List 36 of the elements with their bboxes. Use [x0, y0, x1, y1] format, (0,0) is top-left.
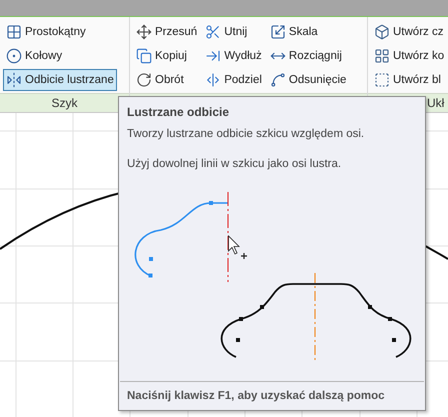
- mirror-icon: [6, 72, 22, 88]
- grid-icon: [6, 24, 22, 40]
- ribbon-button[interactable]: Rozciągnij: [266, 45, 350, 67]
- ribbon-button[interactable]: Podziel: [202, 69, 265, 91]
- ribbon-button[interactable]: Odsunięcie: [266, 69, 350, 91]
- block-icon: [374, 72, 390, 88]
- copy-icon: [136, 48, 152, 64]
- ribbon-button[interactable]: Wydłuż: [202, 45, 265, 67]
- rotate-icon: [136, 72, 152, 88]
- scaling-icon: [270, 24, 286, 40]
- ribbon-button[interactable]: Utwórz cz: [371, 21, 448, 43]
- tooltip-title: Lustrzane odbicie: [126, 104, 230, 119]
- ribbon-button[interactable]: Prostokątny: [3, 21, 117, 43]
- split-icon: [205, 72, 222, 88]
- group-label: Ukł: [427, 96, 444, 110]
- ribbon-button[interactable]: Utwórz ko: [371, 45, 448, 67]
- grid-icon: [374, 48, 390, 64]
- offset-icon: [270, 72, 286, 88]
- box-icon: [374, 24, 390, 40]
- tooltip-footer: Naciśnij klawisz F1, aby uzyskać dalszą pomoc: [120, 381, 424, 410]
- group-label: Szyk: [51, 96, 78, 110]
- ribbon-button[interactable]: Odbicie lustrzane: [3, 69, 117, 91]
- ribbon-button[interactable]: Utnij: [202, 21, 265, 43]
- move-icon: [136, 24, 152, 40]
- ribbon-button[interactable]: Kopiuj: [133, 45, 200, 67]
- circle-icon: [6, 48, 22, 64]
- ribbon-button[interactable]: Obrót: [133, 69, 200, 91]
- extend-icon: [205, 48, 222, 64]
- scissors-icon: [205, 24, 222, 40]
- ribbon-button[interactable]: Skala: [266, 21, 350, 43]
- ribbon-button[interactable]: Przesuń: [133, 21, 200, 43]
- ribbon-button[interactable]: Utwórz bl: [371, 69, 448, 91]
- tooltip-description: Tworzy lustrzane odbicie szkicu względem osi.: [126, 127, 366, 140]
- cursor-icon: [228, 235, 248, 260]
- tooltip-hint: Użyj dowolnej linii w szkicu jako osi lustra.: [126, 157, 342, 170]
- ribbon-button[interactable]: Kołowy: [3, 45, 117, 67]
